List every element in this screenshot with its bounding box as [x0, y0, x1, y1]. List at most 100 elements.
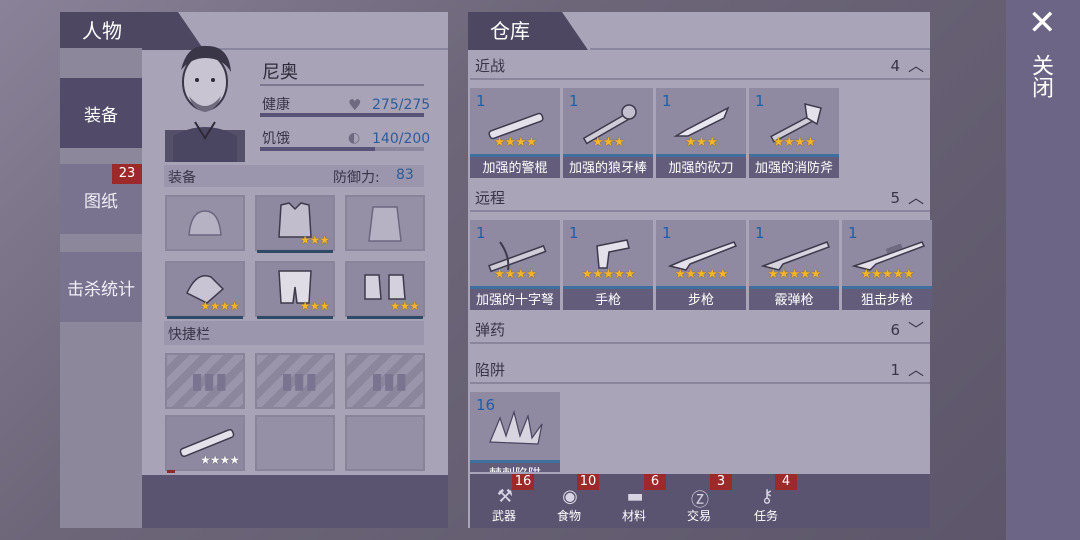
side-tab-kill-stats[interactable]: 击杀统计	[60, 252, 142, 322]
traps-count: 1	[890, 361, 900, 379]
chevron-up-icon: ︿	[907, 188, 924, 207]
equip-slot-back[interactable]	[345, 195, 425, 251]
item-stars: ★★★★★	[674, 267, 728, 282]
chevron-up-icon: ︿	[907, 56, 924, 75]
baton-stars: ★★★★	[199, 453, 240, 467]
character-header: 人物	[60, 12, 204, 50]
beanie-icon	[188, 210, 222, 236]
item-ranged-4[interactable]: 1 ★★★★★ 霰弹枪	[749, 220, 839, 310]
ammo-icon: ▮▮▮	[281, 369, 318, 394]
quests-badge: 4	[775, 474, 797, 490]
ammo-label: 弹药	[475, 321, 506, 339]
ammo-count: 6	[890, 321, 900, 339]
food-badge: 10	[577, 474, 599, 490]
item-stars: ★★★★★	[860, 267, 914, 282]
gloves-durability-bar	[167, 316, 243, 319]
chevron-up-icon: ︿	[907, 360, 924, 379]
traps-label: 陷阱	[475, 361, 506, 379]
armor-stars: ★★★	[299, 233, 330, 247]
hunger-label: 饥饿	[262, 131, 290, 147]
item-name: 棘刺陷阱	[470, 460, 560, 472]
health-value: 275/275	[372, 97, 431, 113]
melee-label: 近战	[475, 57, 506, 75]
close-label[interactable]: 关闭	[1028, 54, 1056, 98]
item-name: 狙击步枪	[842, 286, 932, 310]
item-name: 加强的消防斧	[749, 154, 839, 178]
quick-slot-6[interactable]	[345, 415, 425, 471]
item-stars: ★★★	[685, 135, 718, 150]
pants-stars: ★★★	[299, 299, 330, 313]
heart-icon: ♥	[348, 96, 362, 114]
tab-label: 材料	[621, 509, 646, 523]
item-trap-1[interactable]: 16 棘刺陷阱	[470, 392, 560, 472]
boots-durability-bar	[347, 316, 423, 319]
tab-label: 交易	[686, 509, 711, 523]
quickbar-label: 快捷栏	[168, 327, 210, 343]
materials-badge: 6	[644, 474, 666, 490]
quick-slot-1[interactable]: ▮▮▮	[165, 353, 245, 409]
defense-label: 防御力:	[333, 170, 380, 186]
ammo-icon: ▮▮▮	[371, 369, 408, 394]
equip-slot-feet[interactable]: ★★★	[345, 261, 425, 319]
side-tab-equip[interactable]: 装备	[60, 78, 142, 148]
pants-durability-bar	[257, 316, 333, 319]
close-icon[interactable]: ✕	[1028, 6, 1057, 40]
item-stars: ★★★	[592, 135, 625, 150]
trade-badge: 3	[710, 474, 732, 490]
item-ranged-2[interactable]: 1 ★★★★★ 手枪	[563, 220, 653, 310]
spike-trap-icon	[489, 409, 543, 445]
warehouse-header-line	[590, 48, 930, 50]
item-melee-2[interactable]: 1 ★★★ 加强的狼牙棒	[563, 88, 653, 178]
item-name: 霰弹枪	[749, 286, 839, 310]
character-portrait	[165, 40, 245, 162]
section-ranged[interactable]: 远程 5 ︿	[470, 184, 930, 212]
item-stars: ★★★★★	[767, 267, 821, 282]
defense-value: 83	[396, 167, 414, 183]
item-name: 加强的狼牙棒	[563, 154, 653, 178]
equipment-strip	[164, 165, 424, 187]
item-name: 加强的十字弩	[470, 286, 560, 310]
boots-stars: ★★★	[389, 299, 420, 313]
tab-label: 任务	[753, 509, 778, 523]
hunger-icon: ◐	[348, 130, 361, 146]
warehouse-header: 仓库	[468, 12, 588, 50]
section-traps[interactable]: 陷阱 1 ︿	[470, 356, 930, 384]
ranged-count: 5	[890, 189, 900, 207]
ranged-label: 远程	[475, 189, 506, 207]
character-name: 尼奥	[262, 62, 298, 83]
item-melee-3[interactable]: 1 ★★★ 加强的砍刀	[656, 88, 746, 178]
item-ranged-1[interactable]: 1 ★★★★ 加强的十字弩	[470, 220, 560, 310]
item-stars: ★★★★	[493, 267, 538, 282]
item-stars: ★★★★	[493, 135, 538, 150]
hunger-bar-fill	[260, 147, 375, 151]
name-underline	[260, 84, 424, 86]
equip-slot-body[interactable]: ★★★	[255, 195, 335, 253]
character-footer	[142, 475, 448, 528]
armor-durability-bar	[257, 250, 333, 253]
tab-label: 武器	[491, 509, 516, 523]
item-ranged-5[interactable]: 1 ★★★★★ 狙击步枪	[842, 220, 932, 310]
item-melee-4[interactable]: 1 ★★★★ 加强的消防斧	[749, 88, 839, 178]
weapons-badge: 16	[512, 474, 534, 490]
item-stars: ★★★★★	[581, 267, 635, 282]
quick-slot-4[interactable]: ★★★★	[165, 415, 245, 473]
melee-count: 4	[890, 57, 900, 75]
quick-slot-2[interactable]: ▮▮▮	[255, 353, 335, 409]
equip-slot-legs[interactable]: ★★★	[255, 261, 335, 319]
baton-durability-bar	[167, 470, 175, 473]
hunger-value: 140/200	[372, 131, 431, 147]
ammo-icon: ▮▮▮	[191, 369, 228, 394]
item-ranged-3[interactable]: 1 ★★★★★ 步枪	[656, 220, 746, 310]
item-name: 手枪	[563, 286, 653, 310]
section-melee[interactable]: 近战 4 ︿	[470, 52, 930, 80]
quick-slot-3[interactable]: ▮▮▮	[345, 353, 425, 409]
quick-slot-5[interactable]	[255, 415, 335, 471]
equip-slot-hands[interactable]: ★★★★	[165, 261, 245, 319]
equip-slot-head[interactable]	[165, 195, 245, 251]
chevron-down-icon: ﹀	[907, 320, 924, 339]
item-melee-1[interactable]: 1 ★★★★ 加强的警棍	[470, 88, 560, 178]
item-stars: ★★★★	[772, 135, 817, 150]
health-bar	[260, 113, 424, 117]
gloves-stars: ★★★★	[199, 299, 240, 313]
section-ammo[interactable]: 弹药 6 ﹀	[470, 316, 930, 344]
